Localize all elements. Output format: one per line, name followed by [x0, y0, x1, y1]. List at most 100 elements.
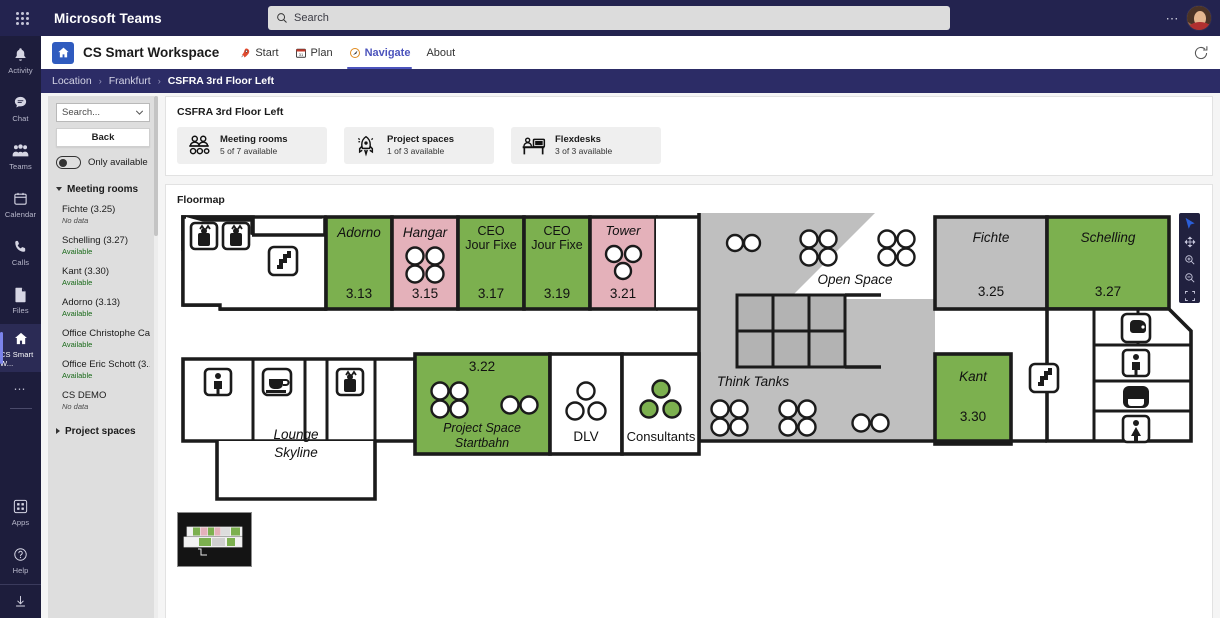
- svg-text:3.17: 3.17: [478, 286, 504, 301]
- question-circle-icon: [13, 545, 28, 564]
- svg-text:Kant: Kant: [959, 369, 988, 384]
- list-item[interactable]: Kant (3.30) Available: [56, 266, 150, 288]
- search-placeholder: Search: [294, 12, 329, 24]
- home-icon: [13, 329, 29, 348]
- stat-value: 5 of 7 available: [220, 146, 278, 156]
- download-icon[interactable]: [0, 584, 41, 618]
- back-button[interactable]: Back: [56, 128, 150, 147]
- svg-text:Jour Fixe: Jour Fixe: [465, 238, 516, 252]
- app-tab-bar: Start 31 Plan Navigate About: [231, 36, 463, 69]
- room-name: Office Christophe Cam: [62, 327, 150, 339]
- only-available-toggle-row: Only available: [56, 156, 150, 169]
- tab-navigate[interactable]: Navigate: [341, 36, 419, 69]
- chat-bubble-icon: [13, 93, 28, 112]
- sidebar-item-apps[interactable]: Apps: [0, 488, 41, 536]
- sidebar-label-teams: Teams: [9, 162, 32, 171]
- room-status: Available: [62, 339, 93, 349]
- wc-men-icon: [1121, 348, 1151, 378]
- sidebar-item-teams[interactable]: Teams: [0, 132, 41, 180]
- summary-card: CSFRA 3rd Floor Left Meeting rooms 5 of …: [165, 96, 1213, 176]
- stat-flexdesks[interactable]: Flexdesks 3 of 3 available: [511, 127, 661, 164]
- list-item[interactable]: Office Christophe Cam Available: [56, 328, 150, 350]
- sidebar-item-chat[interactable]: Chat: [0, 84, 41, 132]
- stat-meeting-rooms[interactable]: Meeting rooms 5 of 7 available: [177, 127, 327, 164]
- svg-text:3.21: 3.21: [610, 286, 636, 301]
- list-item[interactable]: Office Eric Schott (3.19 Available: [56, 359, 150, 381]
- fit-to-screen-icon[interactable]: [1183, 290, 1197, 303]
- list-item[interactable]: Adorno (3.13) Available: [56, 297, 150, 319]
- tab-plan[interactable]: 31 Plan: [287, 36, 341, 69]
- list-item[interactable]: Fichte (3.25) No data: [56, 204, 150, 226]
- application-window: Microsoft Teams Search ⋯ Activity Chat T…: [0, 0, 1220, 618]
- sidebar-label-calendar: Calendar: [4, 210, 37, 219]
- teams-left-rail: Activity Chat Teams Calendar Calls Files…: [0, 36, 41, 618]
- zoom-out-icon[interactable]: [1183, 272, 1197, 285]
- svg-text:CEO: CEO: [543, 224, 570, 238]
- zoom-in-icon[interactable]: [1183, 253, 1197, 266]
- minimap-thumbnail[interactable]: [177, 512, 252, 567]
- svg-text:Tower: Tower: [606, 223, 642, 238]
- left-panel-scrollbar[interactable]: [154, 96, 158, 618]
- stat-project-spaces[interactable]: Project spaces 1 of 3 available: [344, 127, 494, 164]
- sidebar-bottom-section: Apps Help: [0, 488, 41, 618]
- sidebar-item-files[interactable]: Files: [0, 276, 41, 324]
- tab-about[interactable]: About: [418, 36, 463, 69]
- room-name: Kant (3.30): [62, 265, 109, 277]
- breadcrumb-item-location[interactable]: Location: [52, 75, 92, 87]
- search-input[interactable]: Search: [268, 6, 950, 30]
- app-launcher-icon[interactable]: [0, 0, 44, 36]
- refresh-icon[interactable]: [1192, 44, 1210, 62]
- svg-text:3.19: 3.19: [544, 286, 570, 301]
- room-name: Fichte (3.25): [62, 203, 116, 215]
- group-project-spaces[interactable]: Project spaces: [56, 426, 150, 437]
- room-name: Schelling (3.27): [62, 234, 129, 246]
- svg-text:Adorno: Adorno: [336, 225, 381, 240]
- sidebar-label-calls: Calls: [11, 258, 30, 267]
- floormap-canvas[interactable]: Adorno 3.13 Hangar 3.15 CEO Jour Fixe 3.…: [175, 209, 1205, 618]
- sidebar-more-apps-icon[interactable]: ⋯: [0, 372, 41, 406]
- pan-move-icon[interactable]: [1183, 235, 1197, 248]
- elevator-icon: [189, 221, 219, 251]
- ellipsis-icon[interactable]: ⋯: [1166, 11, 1181, 27]
- svg-text:31: 31: [298, 51, 303, 56]
- left-filter-panel: Search... Back Only available Meeting ro…: [48, 96, 158, 618]
- stat-label: Meeting rooms: [220, 134, 288, 145]
- list-item[interactable]: CS DEMO No data: [56, 390, 150, 412]
- sidebar-label-chat: Chat: [12, 114, 29, 123]
- search-select[interactable]: Search...: [56, 103, 150, 122]
- tab-plan-label: Plan: [310, 46, 333, 59]
- elevator-icon: [221, 221, 251, 251]
- floormap-card: Floormap Adorno 3.13 Hangar 3.15 CEO Jou…: [165, 184, 1213, 618]
- app-header: CS Smart Workspace Start 31 Plan Navigat…: [41, 36, 1220, 69]
- floormap-title: Floormap: [177, 194, 225, 206]
- sidebar-label-files: Files: [12, 306, 29, 315]
- svg-text:Skyline: Skyline: [274, 445, 318, 460]
- sidebar-item-cs-smart-workspace[interactable]: CS Smart W...: [0, 324, 41, 372]
- svg-text:Project Space: Project Space: [443, 421, 521, 435]
- svg-text:Schelling: Schelling: [1081, 230, 1136, 245]
- sidebar-item-calendar[interactable]: Calendar: [0, 180, 41, 228]
- breadcrumb-item-current: CSFRA 3rd Floor Left: [167, 75, 275, 87]
- wc-men-icon: [203, 367, 233, 397]
- room-status: No data: [62, 215, 89, 225]
- sidebar-item-activity[interactable]: Activity: [0, 36, 41, 84]
- tab-start[interactable]: Start: [231, 36, 286, 69]
- group-meeting-rooms[interactable]: Meeting rooms: [56, 184, 150, 195]
- tab-navigate-label: Navigate: [364, 46, 411, 59]
- stat-value: 3 of 3 available: [555, 146, 613, 156]
- room-status: Available: [62, 277, 93, 287]
- pointer-icon[interactable]: [1183, 217, 1197, 230]
- sidebar-label-activity: Activity: [8, 66, 33, 75]
- sidebar-item-calls[interactable]: Calls: [0, 228, 41, 276]
- wc-women-icon: [1121, 414, 1151, 444]
- stat-value: 1 of 3 available: [387, 146, 445, 156]
- list-item[interactable]: Schelling (3.27) Available: [56, 235, 150, 257]
- user-avatar[interactable]: [1186, 5, 1212, 31]
- sidebar-item-help[interactable]: Help: [0, 536, 41, 584]
- phone-icon: [13, 237, 28, 256]
- coffee-icon: [261, 367, 293, 397]
- only-available-toggle[interactable]: [56, 156, 81, 169]
- stairs-icon: [1028, 362, 1060, 394]
- floor-room-kant: [933, 352, 1013, 446]
- breadcrumb-item-frankfurt[interactable]: Frankfurt: [109, 75, 151, 87]
